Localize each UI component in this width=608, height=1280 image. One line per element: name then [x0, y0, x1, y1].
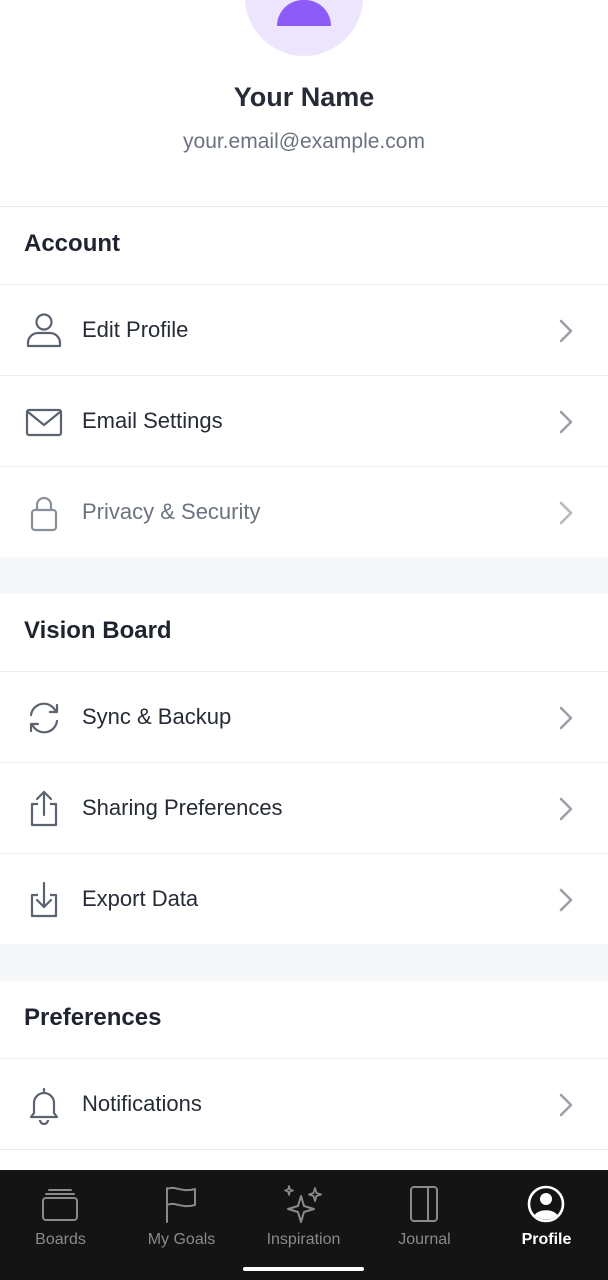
row-sync-backup[interactable]: Sync & Backup: [0, 671, 608, 762]
chevron-right-icon: [559, 1093, 573, 1117]
chevron-right-icon: [559, 319, 573, 343]
row-label: Notifications: [82, 1091, 202, 1116]
row-label: Sync & Backup: [82, 704, 232, 729]
avatar[interactable]: [245, 0, 363, 56]
row-label: Sharing Preferences: [82, 795, 283, 820]
tab-label: My Goals: [147, 1231, 216, 1248]
envelope-icon: [25, 408, 63, 437]
tab-inspiration[interactable]: Inspiration: [243, 1170, 364, 1280]
header-divider: [0, 206, 608, 207]
tab-label: Inspiration: [266, 1231, 341, 1248]
journal-icon: [410, 1186, 438, 1222]
row-email-settings[interactable]: Email Settings: [0, 375, 608, 466]
chevron-right-icon: [559, 410, 573, 434]
row-privacy-security[interactable]: Privacy & Security: [0, 466, 608, 557]
row-divider: [0, 1149, 608, 1150]
row-label: Export Data: [82, 886, 199, 911]
tab-boards[interactable]: Boards: [0, 1170, 121, 1280]
user-email: your.email@example.com: [183, 130, 425, 153]
chevron-right-icon: [559, 706, 573, 730]
row-label: Privacy & Security: [82, 499, 261, 524]
tab-profile[interactable]: Profile: [486, 1170, 607, 1280]
section-title-preferences: Preferences: [24, 1004, 162, 1031]
section-gap: [0, 944, 608, 981]
lock-icon: [30, 496, 58, 532]
row-export-data[interactable]: Export Data: [0, 853, 608, 944]
row-label: Email Settings: [82, 408, 223, 433]
section-title-vision-board: Vision Board: [24, 617, 172, 644]
share-icon: [30, 790, 58, 827]
avatar-head-icon: [277, 0, 331, 26]
sparkles-icon: [284, 1185, 322, 1223]
profile-header: Your Name your.email@example.com: [0, 0, 608, 206]
chevron-right-icon: [559, 888, 573, 912]
tab-label: Profile: [521, 1231, 572, 1248]
flag-icon: [166, 1186, 196, 1223]
bell-icon: [29, 1087, 59, 1125]
row-notifications[interactable]: Notifications: [0, 1058, 608, 1149]
tab-my-goals[interactable]: My Goals: [121, 1170, 242, 1280]
boards-icon: [42, 1189, 78, 1221]
tab-journal[interactable]: Journal: [364, 1170, 485, 1280]
home-indicator: [243, 1267, 364, 1271]
tab-label: Boards: [35, 1231, 86, 1248]
user-name: Your Name: [233, 82, 375, 112]
chevron-right-icon: [559, 797, 573, 821]
user-icon: [26, 313, 62, 348]
row-label: Edit Profile: [82, 317, 189, 342]
row-edit-profile[interactable]: Edit Profile: [0, 284, 608, 375]
sync-icon: [29, 702, 59, 734]
bottom-tab-bar: Boards My Goals Inspiration Journal Prof…: [0, 1170, 608, 1280]
section-title-account: Account: [24, 230, 120, 257]
profile-icon: [527, 1185, 565, 1223]
chevron-right-icon: [559, 501, 573, 525]
tab-label: Journal: [398, 1231, 451, 1248]
section-gap: [0, 557, 608, 594]
download-icon: [30, 881, 58, 918]
row-sharing-preferences[interactable]: Sharing Preferences: [0, 762, 608, 853]
